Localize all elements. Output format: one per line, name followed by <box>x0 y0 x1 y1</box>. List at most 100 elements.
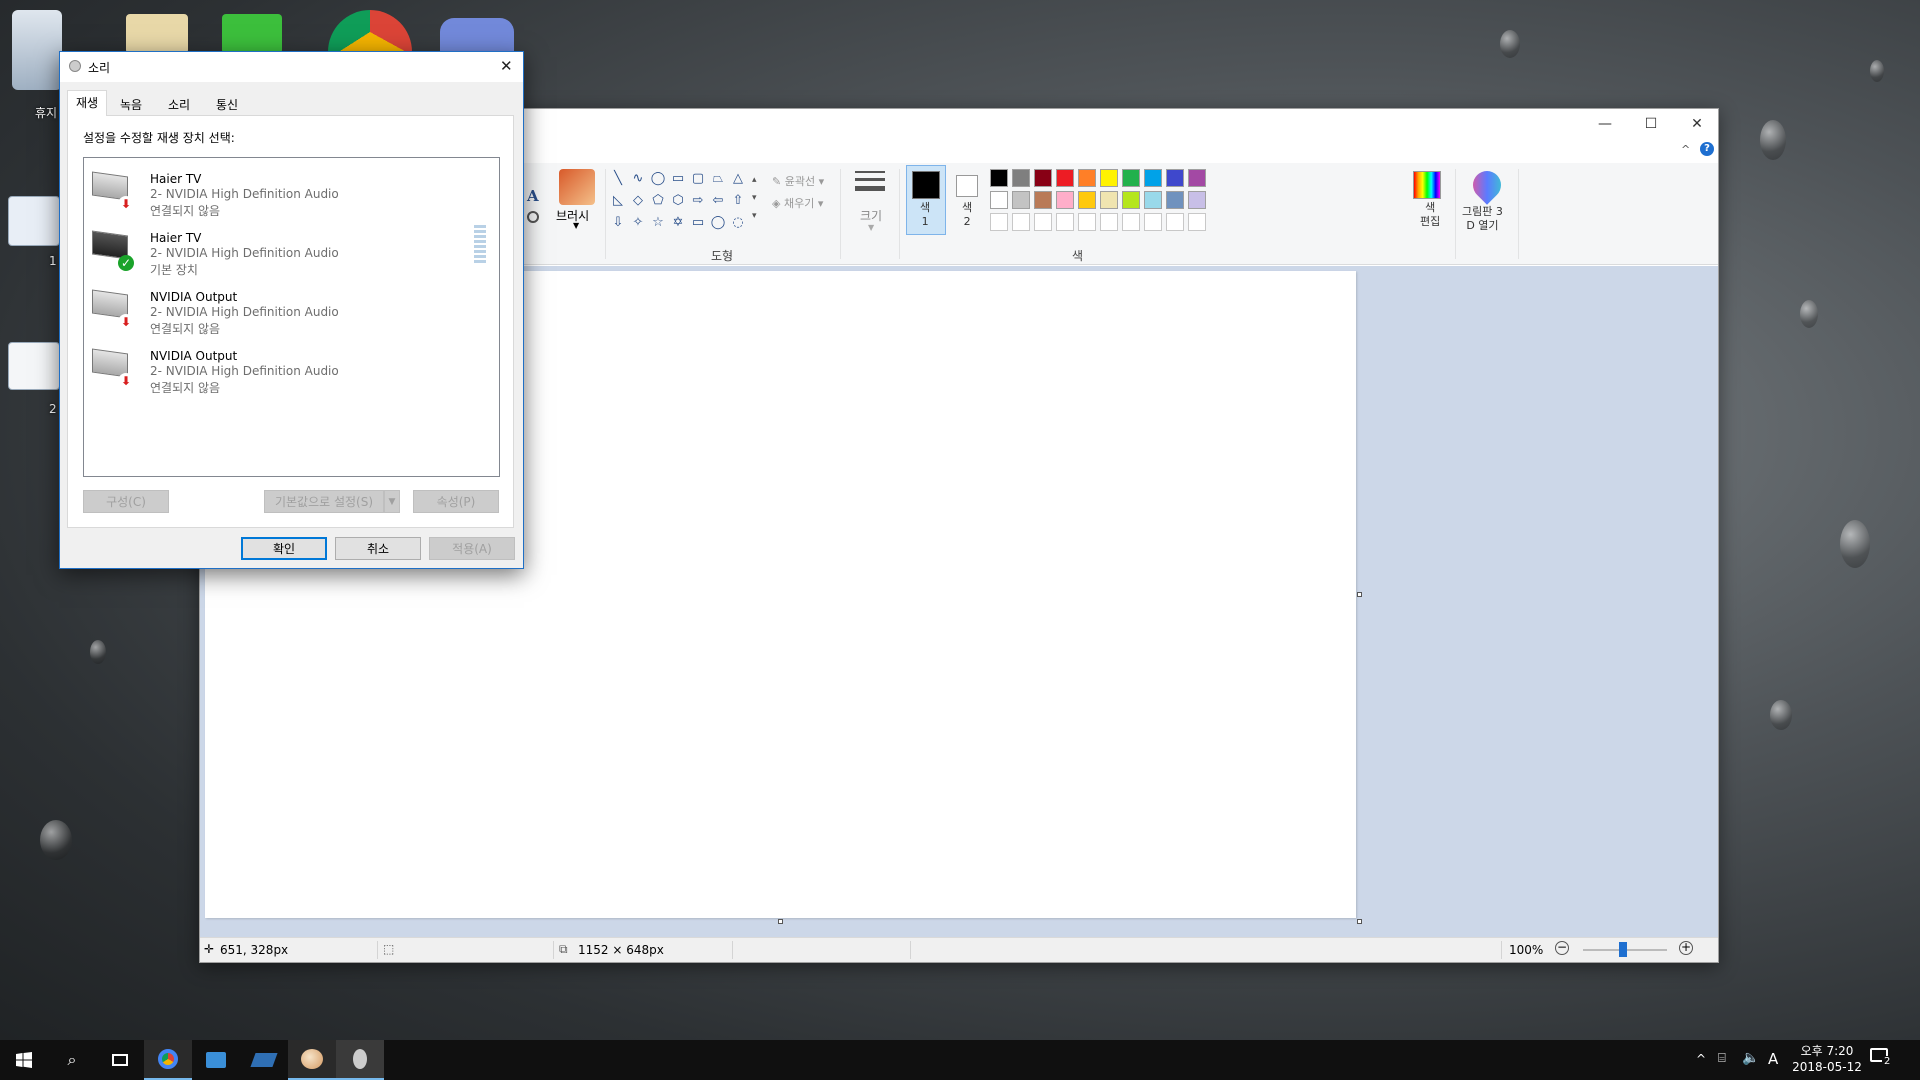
chevron-down-icon[interactable]: ▼ <box>573 221 579 230</box>
custom-color-slot[interactable] <box>1034 213 1052 231</box>
custom-color-slot[interactable] <box>1188 213 1206 231</box>
device-list[interactable]: ⬇ Haier TV 2- NVIDIA High Definition Audio… <box>83 157 500 477</box>
rounded-rect-shape-icon[interactable]: ▢ <box>690 171 706 187</box>
color-swatch[interactable] <box>1056 191 1074 209</box>
set-default-button[interactable]: 기본값으로 설정(S) <box>264 490 384 513</box>
app-shortcut-icon[interactable] <box>222 14 282 54</box>
custom-color-slot[interactable] <box>1122 213 1140 231</box>
clock[interactable]: 오후 7:20 2018-05-12 <box>1792 1043 1862 1075</box>
size-icon[interactable] <box>855 171 885 191</box>
color-swatch[interactable] <box>1012 169 1030 187</box>
color-swatch[interactable] <box>1056 169 1074 187</box>
discord-shortcut-icon[interactable] <box>440 18 514 54</box>
tab-recording[interactable]: 녹음 <box>111 92 151 114</box>
maximize-button[interactable]: ☐ <box>1628 109 1674 139</box>
custom-color-slot[interactable] <box>1166 213 1184 231</box>
color-swatch[interactable] <box>1188 169 1206 187</box>
text-tool-icon[interactable]: A <box>527 187 539 205</box>
color-swatch[interactable] <box>1166 169 1184 187</box>
volume-icon[interactable]: 🔈 <box>1742 1050 1759 1066</box>
color-swatch[interactable] <box>1188 191 1206 209</box>
task-view-icon[interactable] <box>96 1040 144 1080</box>
color-swatch[interactable] <box>1144 191 1162 209</box>
down-arrow-shape-icon[interactable]: ⇩ <box>610 215 626 231</box>
diamond-shape-icon[interactable]: ◇ <box>630 193 646 209</box>
color-swatch[interactable] <box>990 169 1008 187</box>
taskbar-app[interactable] <box>192 1040 240 1080</box>
color-swatch[interactable] <box>1078 191 1096 209</box>
edit-colors-label[interactable]: 색 편집 <box>1420 201 1440 229</box>
right-triangle-shape-icon[interactable]: ◺ <box>610 193 626 209</box>
resize-handle-corner[interactable] <box>1357 919 1362 924</box>
minimize-button[interactable]: — <box>1582 109 1628 139</box>
zoom-slider-thumb[interactable] <box>1619 942 1627 957</box>
custom-color-slot[interactable] <box>990 213 1008 231</box>
callout-cloud-shape-icon[interactable]: ◌ <box>730 215 746 231</box>
rectangle-shape-icon[interactable]: ▭ <box>670 171 686 187</box>
cancel-button[interactable]: 취소 <box>335 537 421 560</box>
ime-indicator[interactable]: A <box>1768 1050 1778 1068</box>
color-swatch[interactable] <box>1012 191 1030 209</box>
fill-button[interactable]: ◈ 채우기 ▾ <box>772 195 823 211</box>
triangle-shape-icon[interactable]: △ <box>730 171 746 187</box>
left-arrow-shape-icon[interactable]: ⇦ <box>710 193 726 209</box>
polygon-shape-icon[interactable]: ⏢ <box>710 171 726 187</box>
color-swatch[interactable] <box>1166 191 1184 209</box>
device-row[interactable]: ⬇ Haier TV 2- NVIDIA High Definition Audio… <box>84 162 464 220</box>
custom-color-slot[interactable] <box>1056 213 1074 231</box>
recycle-bin-icon[interactable] <box>12 10 62 90</box>
color-swatch[interactable] <box>1122 169 1140 187</box>
shapes-scroll-icon[interactable]: ▴ ▾ ▾ <box>752 171 757 225</box>
pentagon-shape-icon[interactable]: ⬠ <box>650 193 666 209</box>
color-swatch[interactable] <box>990 191 1008 209</box>
zoom-out-icon[interactable]: − <box>1555 941 1569 955</box>
oval-shape-icon[interactable]: ◯ <box>650 171 666 187</box>
start-button[interactable] <box>0 1040 48 1080</box>
network-icon[interactable]: ⌸ <box>1718 1051 1726 1066</box>
zoom-in-icon[interactable]: + <box>1679 941 1693 955</box>
tab-playback[interactable]: 재생 <box>67 90 108 116</box>
edit-colors-icon[interactable] <box>1413 171 1441 199</box>
properties-button[interactable]: 속성(P) <box>413 490 499 513</box>
outline-button[interactable]: ✎ 윤곽선 ▾ <box>772 173 824 189</box>
tab-communications[interactable]: 통신 <box>207 92 247 114</box>
apply-button[interactable]: 적용(A) <box>429 537 515 560</box>
color-swatch[interactable] <box>1144 169 1162 187</box>
close-icon[interactable]: ✕ <box>500 57 513 75</box>
callout-rect-shape-icon[interactable]: ▭ <box>690 215 706 231</box>
set-default-dropdown-icon[interactable]: ▼ <box>384 490 400 513</box>
device-row[interactable]: ⬇ NVIDIA Output 2- NVIDIA High Definition … <box>84 280 464 338</box>
magnifier-icon[interactable] <box>527 211 539 223</box>
size-label[interactable]: 크기 <box>860 207 882 224</box>
brush-icon[interactable] <box>559 169 595 205</box>
help-icon[interactable]: ? <box>1700 142 1714 156</box>
resize-handle-bottom[interactable] <box>778 919 783 924</box>
app-shortcut-icon[interactable] <box>126 14 188 54</box>
custom-color-slot[interactable] <box>1100 213 1118 231</box>
six-point-star-shape-icon[interactable]: ✡ <box>670 215 686 231</box>
five-point-star-shape-icon[interactable]: ☆ <box>650 215 666 231</box>
custom-color-slot[interactable] <box>1144 213 1162 231</box>
chrome-shortcut-icon[interactable] <box>328 10 412 54</box>
close-button[interactable]: ✕ <box>1674 109 1720 139</box>
color-swatch[interactable] <box>1034 191 1052 209</box>
color-swatch[interactable] <box>1100 169 1118 187</box>
custom-color-slot[interactable] <box>1078 213 1096 231</box>
document-thumbnail-icon[interactable] <box>8 196 60 246</box>
color-swatch[interactable] <box>1122 191 1140 209</box>
line-shape-icon[interactable]: ╲ <box>610 171 626 187</box>
color-swatch[interactable] <box>1034 169 1052 187</box>
device-row[interactable]: ⬇ NVIDIA Output 2- NVIDIA High Definition … <box>84 339 464 397</box>
right-arrow-shape-icon[interactable]: ⇨ <box>690 193 706 209</box>
color2-swatch[interactable] <box>956 175 978 197</box>
color-swatch[interactable] <box>1078 169 1096 187</box>
tab-sounds[interactable]: 소리 <box>159 92 199 114</box>
paint3d-icon[interactable] <box>1467 165 1507 205</box>
show-hidden-icons[interactable]: ^ <box>1696 1052 1706 1066</box>
taskbar-app[interactable] <box>240 1040 288 1080</box>
up-arrow-shape-icon[interactable]: ⇧ <box>730 193 746 209</box>
configure-button[interactable]: 구성(C) <box>83 490 169 513</box>
resize-handle-right[interactable] <box>1357 592 1362 597</box>
taskbar-sound[interactable] <box>336 1040 384 1080</box>
device-row[interactable]: ✓ Haier TV 2- NVIDIA High Definition Audio… <box>84 221 464 279</box>
